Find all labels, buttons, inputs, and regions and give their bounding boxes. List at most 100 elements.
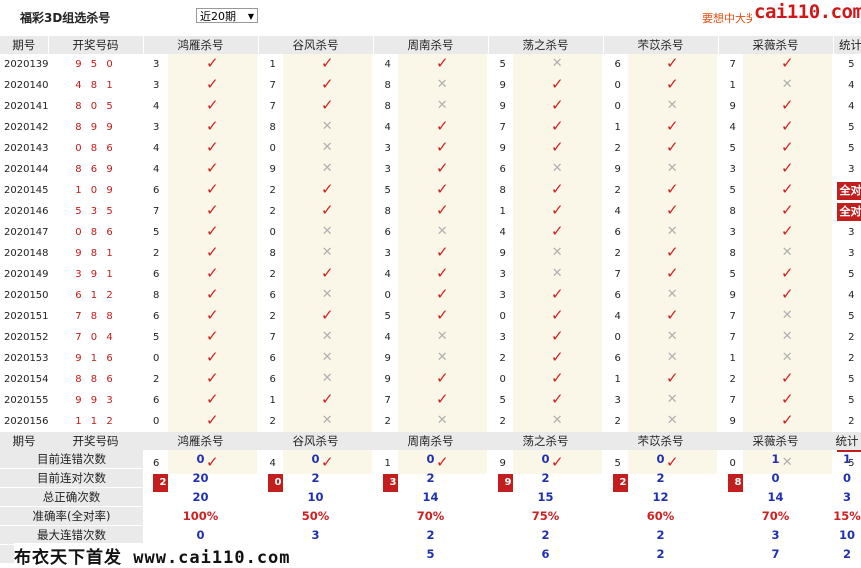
draw-number-cell: 9 9 3 [48,390,143,411]
kill-number-cell: 1 [258,390,283,411]
result-mark-cell: ✓ [513,180,603,201]
range-select[interactable]: 近20期 ▼ [196,8,258,23]
kill-number-cell: 6 [603,285,628,306]
summary-row: 准确率(全对率)100%50%70%75%60%70%15% [0,507,861,526]
kill-number-cell: 6 [143,390,168,411]
summary-stat-value: 0 [833,469,861,488]
draw-number-cell: 7 8 8 [48,306,143,327]
kill-number-cell: 3 [373,159,398,180]
col-header-expert: 鸿雁杀号 [143,36,258,54]
result-mark-cell: ✓ [398,180,488,201]
result-mark-cell: ✓ [168,243,258,264]
result-mark-cell: ✕ [283,411,373,432]
check-icon: ✓ [551,180,564,198]
kill-number-cell: 2 [258,180,283,201]
summary-value: 3 [718,526,833,545]
result-mark-cell: ✕ [743,348,833,369]
kill-number-cell: 4 [143,159,168,180]
draw-number-cell: 9 8 1 [48,243,143,264]
cross-icon: ✕ [552,413,563,428]
result-mark-cell: ✓ [513,222,603,243]
summary-value: 0 [718,469,833,488]
table-row: 20201451 0 96✓2✓5✓8✓2✓5✓全对 [0,180,861,201]
result-mark-cell: ✓ [513,348,603,369]
stat-value: 4 [848,290,854,301]
kill-number-cell: 4 [373,264,398,285]
summary-value: 0 [603,450,718,469]
check-icon: ✓ [321,75,334,93]
result-mark-cell: ✓ [168,348,258,369]
kill-number-cell: 2 [488,411,513,432]
kill-number-cell: 3 [373,243,398,264]
summary-value: 14 [373,488,488,507]
stat-value: 2 [848,416,854,427]
check-icon: ✓ [551,369,564,387]
check-icon: ✓ [551,138,564,156]
kill-number-cell: 8 [258,243,283,264]
result-mark-cell: ✓ [628,369,718,390]
cross-icon: ✕ [322,245,333,260]
kill-number-cell: 3 [143,54,168,75]
check-icon: ✓ [436,243,449,261]
kill-number-cell: 3 [488,264,513,285]
table-row: 20201548 8 62✓6✕9✓0✓1✓2✓5 [0,369,861,390]
result-mark-cell: ✓ [513,285,603,306]
draw-number-cell: 9 1 6 [48,348,143,369]
kill-number-cell: 1 [258,54,283,75]
check-icon: ✓ [551,327,564,345]
check-icon: ✓ [666,243,679,261]
kill-number-cell: 0 [143,411,168,432]
kill-number-cell: 6 [488,159,513,180]
result-mark-cell: ✓ [628,117,718,138]
result-mark-cell: ✓ [168,327,258,348]
result-mark-cell: ✕ [628,222,718,243]
check-icon: ✓ [436,264,449,282]
check-icon: ✓ [436,159,449,177]
stat-value: 3 [848,164,854,175]
result-mark-cell: ✓ [513,327,603,348]
footer-watermark: 布衣天下首发 www.cai110.com [14,543,295,568]
check-icon: ✓ [436,285,449,303]
kill-number-cell: 7 [718,390,743,411]
cross-icon: ✕ [782,329,793,344]
kill-number-table: 期号开奖号码鸿雁杀号谷风杀号周南杀号荡之杀号芣苡杀号采薇杀号统计20201399… [0,36,861,492]
stat-cell: 2 [833,348,861,369]
stat-cell: 5 [833,117,861,138]
kill-number-cell: 4 [488,222,513,243]
draw-number-cell: 1 1 2 [48,411,143,432]
cross-icon: ✕ [437,413,448,428]
stat-cell: 5 [833,369,861,390]
summary-row: 总正确次数2010141512143 [0,488,861,507]
check-icon: ✓ [666,369,679,387]
table-header: 期号开奖号码鸿雁杀号谷风杀号周南杀号荡之杀号芣苡杀号采薇杀号统计 [0,36,861,54]
kill-number-cell: 9 [488,138,513,159]
result-mark-cell: ✕ [283,369,373,390]
summary-value: 1 [718,450,833,469]
result-mark-cell: ✓ [398,306,488,327]
result-mark-cell: ✓ [398,117,488,138]
period-cell: 2020153 [0,348,48,369]
result-mark-cell: ✕ [398,96,488,117]
check-icon: ✓ [321,390,334,408]
period-cell: 2020156 [0,411,48,432]
promo-link[interactable]: 要想中大奖 [702,10,757,26]
kill-number-cell: 0 [488,306,513,327]
table-row: 20201517 8 86✓2✓5✓0✓4✓7✕5 [0,306,861,327]
kill-number-cell: 6 [143,264,168,285]
result-mark-cell: ✓ [513,306,603,327]
cross-icon: ✕ [667,161,678,176]
table-row: 20201404 8 13✓7✓8✕9✓0✓1✕4 [0,75,861,96]
kill-number-cell: 9 [258,159,283,180]
stat-cell: 5 [833,306,861,327]
stat-cell: 3 [833,222,861,243]
kill-number-cell: 3 [718,159,743,180]
summary-value: 20 [143,469,258,488]
kill-number-cell: 8 [488,180,513,201]
draw-number-cell: 5 3 5 [48,201,143,222]
result-mark-cell: ✓ [398,54,488,75]
check-icon: ✓ [666,138,679,156]
col-header-period: 期号 [0,36,48,54]
kill-number-cell: 5 [373,180,398,201]
table-row: 20201428 9 93✓8✕4✓7✓1✓4✓5 [0,117,861,138]
cross-icon: ✕ [782,77,793,92]
